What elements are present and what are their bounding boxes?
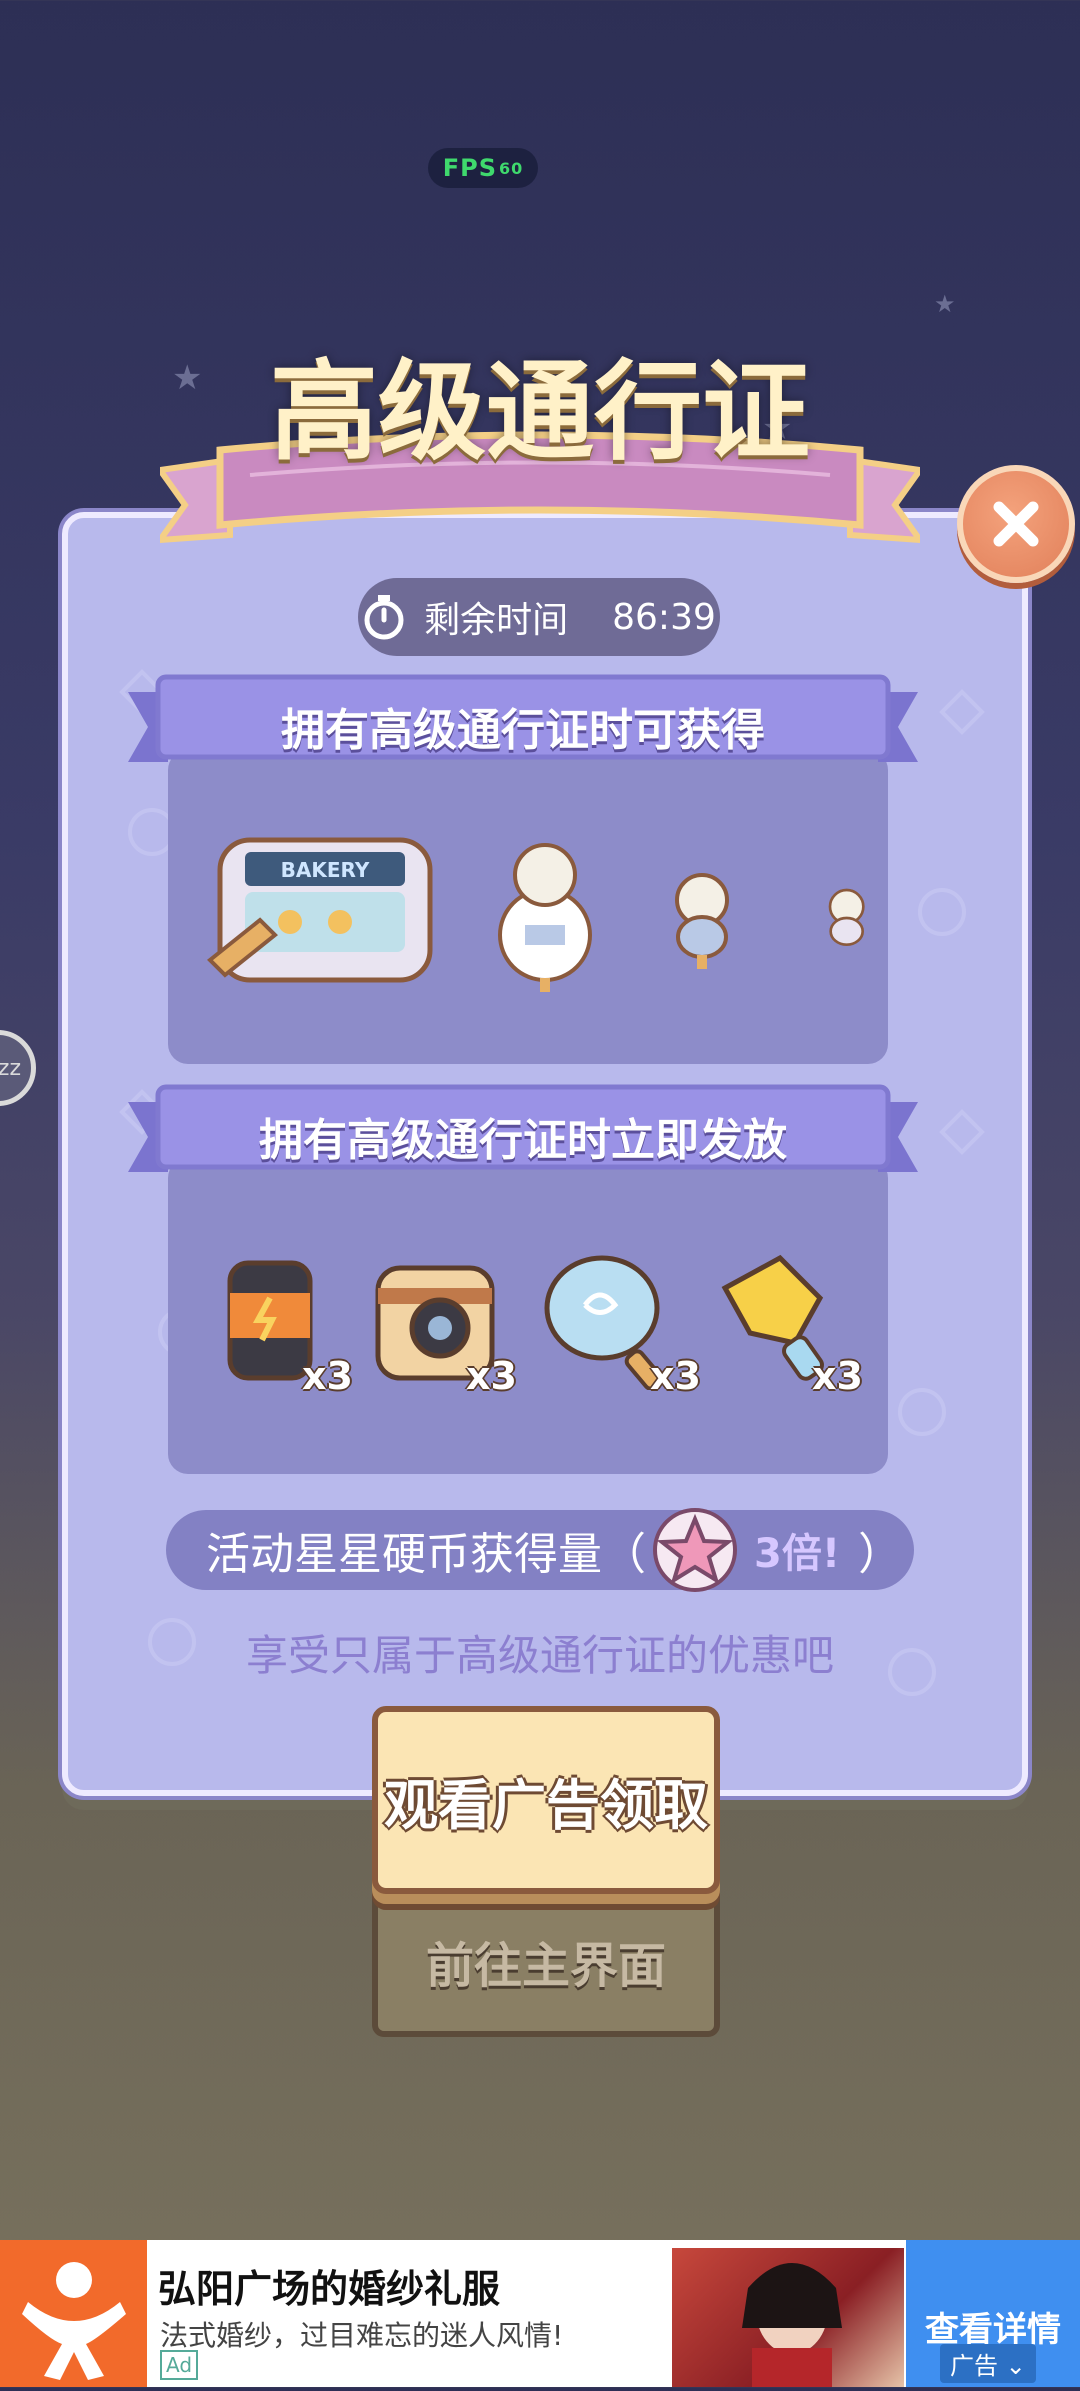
bakery-sign: BAKERY bbox=[281, 858, 370, 882]
timer-value: 86:39 bbox=[612, 596, 716, 638]
item-qty: x3 bbox=[650, 1354, 701, 1398]
fps-counter: FPS 60 bbox=[428, 148, 538, 188]
energy-can-icon: x3 bbox=[210, 1248, 353, 1408]
close-icon bbox=[993, 501, 1039, 547]
bear-statue-icon bbox=[490, 830, 600, 1000]
item-qty: x3 bbox=[812, 1354, 863, 1398]
ad-photo bbox=[672, 2248, 904, 2387]
ad-badge: 广告 ⌄ bbox=[940, 2344, 1036, 2383]
ad-badge-label: 广告 bbox=[950, 2352, 998, 2380]
fps-value: 60 bbox=[499, 158, 524, 178]
section-banner: 拥有高级通行证时可获得 bbox=[128, 672, 918, 772]
ad-banner[interactable]: 弘阳广场的婚纱礼服 法式婚纱，过目难忘的迷人风情! Ad 查看详情 广告 ⌄ bbox=[0, 2240, 1080, 2387]
item-qty: x3 bbox=[302, 1354, 353, 1398]
coin-bonus-multiplier: 3倍! bbox=[754, 1531, 841, 1577]
timer-label: 剩余时间 bbox=[424, 600, 569, 641]
ad-logo bbox=[0, 2240, 147, 2387]
section1-title: 拥有高级通行证时可获得 bbox=[281, 705, 765, 756]
fan-icon: x3 bbox=[540, 1250, 701, 1410]
promo-subtitle: 享受只属于高级通行证的优惠吧 bbox=[245, 1631, 834, 1680]
page-title: 高级通行证 bbox=[269, 350, 810, 475]
ad-tag: Ad bbox=[160, 2350, 199, 2380]
chevron-down-icon: ⌄ bbox=[1005, 2352, 1026, 2380]
coin-bonus-prefix: 活动星星硬币获得量（ bbox=[206, 1529, 646, 1580]
item-qty: x3 bbox=[466, 1354, 517, 1398]
cat-statue-icon bbox=[665, 865, 740, 975]
coin-bonus-suffix: ） bbox=[858, 1529, 903, 1580]
glove-icon: x3 bbox=[710, 1248, 870, 1408]
ad-title: 弘阳广场的婚纱礼服 bbox=[158, 2267, 501, 2311]
ad-description: 法式婚纱，过目难忘的迷人风情! bbox=[160, 2319, 564, 2352]
sheep-statue-icon bbox=[822, 865, 872, 975]
fps-label: FPS bbox=[442, 154, 497, 182]
close-button[interactable] bbox=[957, 465, 1075, 583]
section-banner: 拥有高级通行证时立即发放 bbox=[128, 1082, 918, 1182]
bakery-shop-icon: BAKERY bbox=[200, 830, 450, 1010]
ad-cta-button[interactable]: 查看详情 广告 ⌄ bbox=[906, 2240, 1080, 2387]
watch-ad-button[interactable]: 观看广告领取 bbox=[372, 1706, 720, 1894]
remaining-time: 剩余时间 86:39 bbox=[358, 578, 720, 656]
coin-bonus-row: 活动星星硬币获得量（ 3倍! ） bbox=[166, 1508, 914, 1592]
stopwatch-icon bbox=[364, 595, 404, 640]
star-icon: ★ bbox=[934, 290, 956, 318]
section2-title: 拥有高级通行证时立即发放 bbox=[259, 1115, 787, 1166]
camera-icon: x3 bbox=[370, 1258, 520, 1408]
side-sleep-button[interactable]: zz bbox=[0, 1030, 36, 1106]
side-label: zz bbox=[0, 1055, 21, 1081]
go-main-button[interactable]: 前往主界面 bbox=[372, 1885, 720, 2037]
star-coin-icon bbox=[653, 1508, 737, 1592]
